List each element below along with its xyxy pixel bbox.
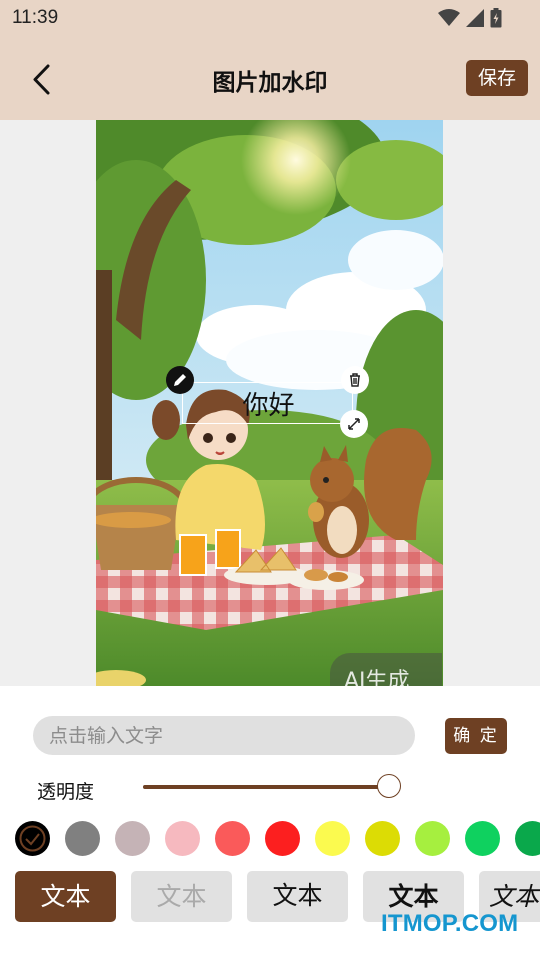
page-title: 图片加水印 (212, 70, 328, 96)
ai-generated-badge: AI生成 (330, 653, 442, 686)
color-swatch-8[interactable] (365, 821, 400, 856)
control-panel: 确 定 透明度 文本 文本 文本 文本 文本 ITMOP.COM (0, 686, 540, 960)
selected-check-icon (19, 825, 46, 852)
opacity-slider[interactable] (143, 774, 407, 800)
opacity-slider-fill (143, 785, 389, 789)
delete-watermark-button[interactable] (341, 366, 369, 394)
status-icons (438, 8, 502, 28)
signal-icon (466, 9, 484, 27)
edit-watermark-button[interactable] (166, 366, 194, 394)
watermark-frame[interactable]: 你好 (182, 382, 353, 424)
editing-canvas: 你好 AI生成 (0, 120, 540, 686)
color-swatch-row (15, 821, 540, 857)
site-watermark: ITMOP.COM (381, 910, 519, 937)
watermark-text[interactable]: 你好 (183, 385, 354, 422)
save-button[interactable]: 保存 (466, 60, 528, 96)
expand-icon (348, 418, 360, 430)
font-style-option-3[interactable]: 文本 (247, 871, 348, 922)
confirm-button[interactable]: 确 定 (445, 718, 507, 754)
color-swatch-1[interactable] (15, 821, 50, 856)
resize-watermark-handle[interactable] (340, 410, 368, 438)
color-swatch-4[interactable] (165, 821, 200, 856)
color-swatch-7[interactable] (315, 821, 350, 856)
font-style-option-1[interactable]: 文本 (15, 871, 116, 922)
status-time: 11:39 (12, 7, 59, 28)
color-swatch-3[interactable] (115, 821, 150, 856)
wifi-icon (438, 9, 460, 26)
color-swatch-10[interactable] (465, 821, 500, 856)
opacity-slider-thumb[interactable] (377, 774, 401, 798)
opacity-label: 透明度 (37, 781, 95, 803)
font-style-option-2[interactable]: 文本 (131, 871, 232, 922)
battery-icon (490, 8, 502, 28)
status-bar: 11:39 (0, 0, 540, 38)
watermark-text-input[interactable] (33, 716, 415, 755)
color-swatch-5[interactable] (215, 821, 250, 856)
color-swatch-11[interactable] (515, 821, 540, 856)
color-swatch-2[interactable] (65, 821, 100, 856)
app-bar: 图片加水印 保存 (0, 38, 540, 120)
trash-icon (350, 373, 360, 387)
color-swatch-9[interactable] (415, 821, 450, 856)
pencil-icon (174, 374, 186, 386)
color-swatch-6[interactable] (265, 821, 300, 856)
